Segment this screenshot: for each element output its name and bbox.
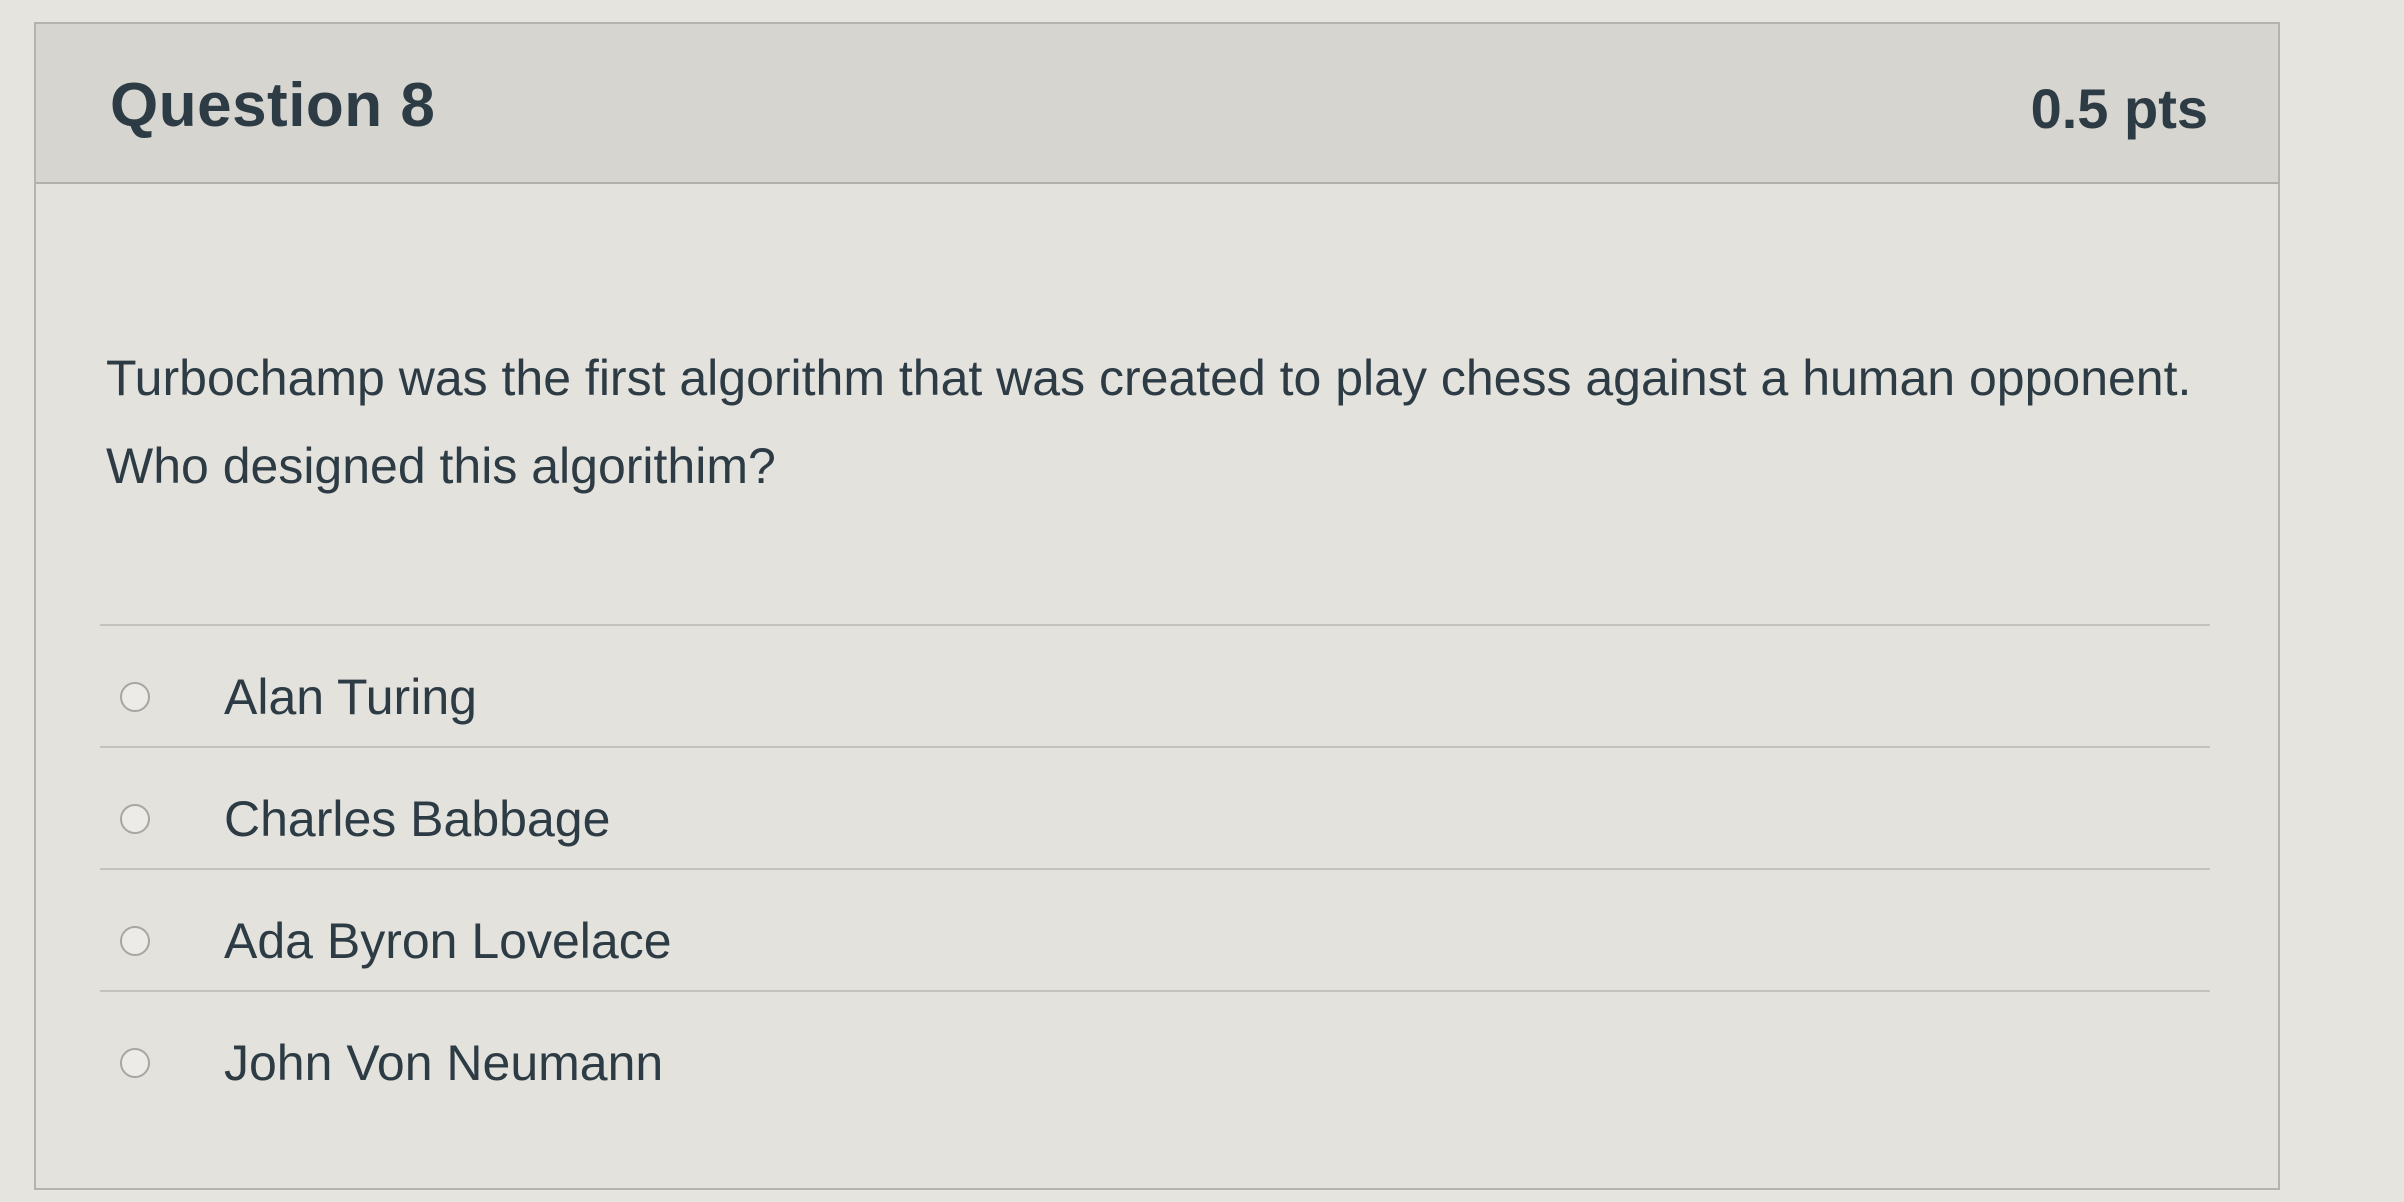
- radio-button[interactable]: [120, 804, 150, 834]
- answer-option[interactable]: Charles Babbage: [100, 746, 2210, 868]
- question-points: 0.5 pts: [2030, 77, 2208, 140]
- answer-list: Alan Turing Charles Babbage Ada Byron Lo…: [100, 624, 2210, 1112]
- question-title: Question 8: [110, 71, 436, 140]
- answer-option[interactable]: John Von Neumann: [100, 990, 2210, 1112]
- answer-label[interactable]: Ada Byron Lovelace: [224, 912, 672, 970]
- question-card: Question 8 0.5 pts Turbochamp was the fi…: [34, 22, 2280, 1190]
- question-header: Question 8 0.5 pts: [36, 24, 2278, 184]
- answer-option[interactable]: Ada Byron Lovelace: [100, 868, 2210, 990]
- answer-label[interactable]: Alan Turing: [224, 668, 477, 726]
- radio-button[interactable]: [120, 926, 150, 956]
- answer-label[interactable]: Charles Babbage: [224, 790, 610, 848]
- radio-button[interactable]: [120, 682, 150, 712]
- answer-option[interactable]: Alan Turing: [100, 624, 2210, 746]
- answer-label[interactable]: John Von Neumann: [224, 1034, 663, 1092]
- radio-button[interactable]: [120, 1048, 150, 1078]
- question-text: Turbochamp was the first algorithm that …: [106, 350, 2192, 494]
